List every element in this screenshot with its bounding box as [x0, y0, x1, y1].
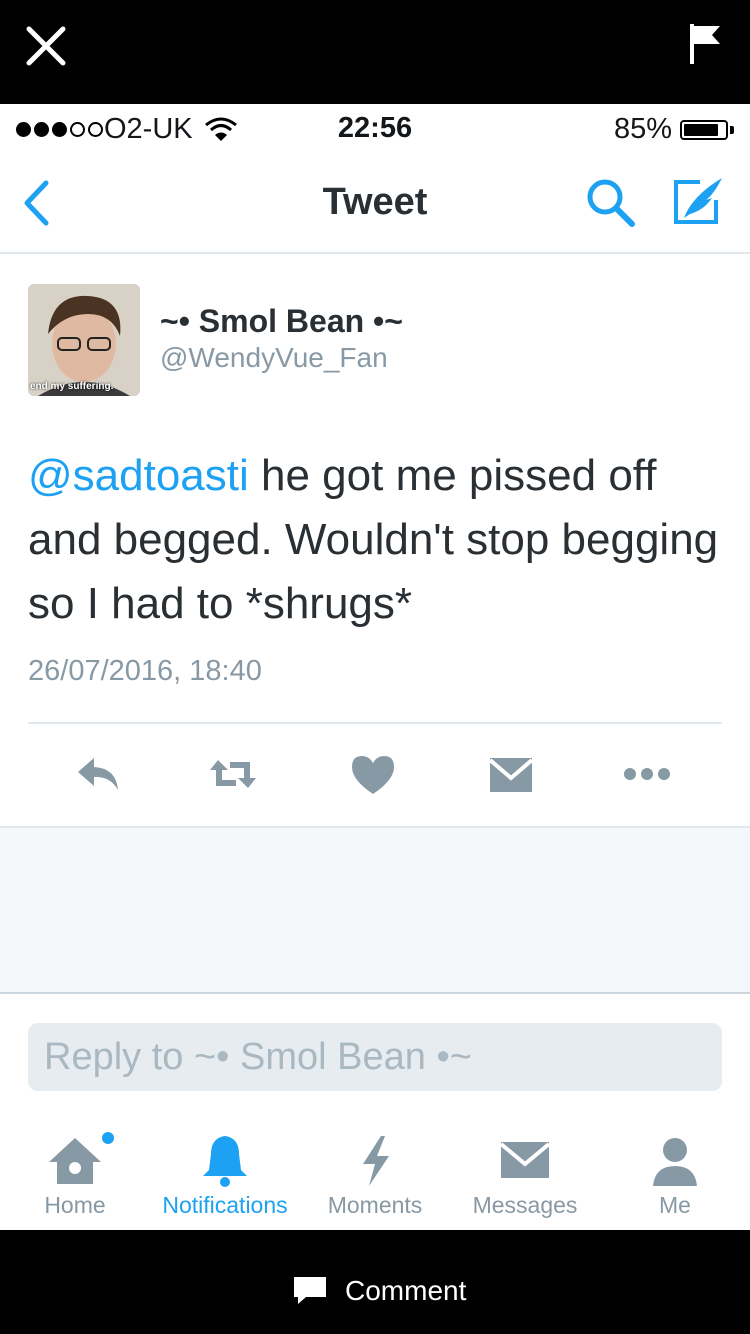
reply-placeholder: Reply to ~• Smol Bean •~ — [44, 1036, 472, 1078]
page-title: Tweet — [322, 181, 428, 223]
avatar-photo — [28, 284, 140, 396]
author-display-name[interactable]: ~• Smol Bean •~ — [160, 303, 403, 340]
more-icon[interactable] — [622, 752, 672, 796]
tweet-timestamp: 26/07/2016, 18:40 — [28, 655, 262, 687]
replies-area — [0, 826, 750, 994]
tab-messages[interactable]: Messages — [450, 1192, 600, 1219]
battery-percent: 85% — [614, 113, 673, 145]
tab-home[interactable]: Home — [0, 1192, 150, 1219]
viewer-top-bar — [0, 0, 750, 104]
reply-icon[interactable] — [74, 752, 124, 796]
home-notification-dot — [102, 1132, 114, 1144]
battery-icon — [680, 120, 728, 140]
bell-icon[interactable] — [195, 1134, 255, 1188]
avatar[interactable]: end my suffering. — [28, 284, 140, 396]
tab-notifications[interactable]: Notifications — [150, 1192, 300, 1219]
person-icon[interactable] — [645, 1134, 705, 1188]
comment-icon[interactable] — [292, 1275, 328, 1305]
battery-tip — [730, 126, 734, 134]
envelope-icon[interactable] — [495, 1134, 555, 1188]
lightning-icon[interactable] — [345, 1134, 405, 1188]
tab-moments[interactable]: Moments — [300, 1192, 450, 1219]
comment-button[interactable]: Comment — [345, 1275, 466, 1307]
tweet-body: @sadtoasti he got me pissed off and begg… — [28, 444, 728, 636]
close-icon[interactable] — [26, 26, 66, 66]
flag-icon[interactable] — [688, 22, 724, 66]
author-handle[interactable]: @WendyVue_Fan — [160, 342, 388, 374]
divider — [28, 722, 722, 724]
compose-tweet-icon[interactable] — [670, 174, 726, 228]
avatar-caption: end my suffering. — [30, 381, 114, 392]
search-icon[interactable] — [584, 176, 636, 228]
tab-me[interactable]: Me — [600, 1192, 750, 1219]
direct-message-icon[interactable] — [486, 752, 536, 796]
like-icon[interactable] — [348, 752, 398, 796]
retweet-icon[interactable] — [208, 752, 258, 796]
mention-link[interactable]: @sadtoasti — [28, 451, 249, 500]
home-icon[interactable] — [45, 1134, 105, 1188]
